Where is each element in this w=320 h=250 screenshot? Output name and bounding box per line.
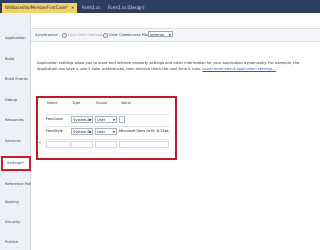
- new-row-marker: *: [39, 141, 41, 146]
- new-scope-dropdown[interactable]: [95, 141, 117, 148]
- sidebar-item-debug[interactable]: Debug: [1, 95, 29, 106]
- sidebar-item-signing[interactable]: Signing: [1, 197, 29, 208]
- globe-icon: [62, 32, 67, 38]
- code-icon: [103, 32, 108, 38]
- table-row[interactable]: FontStyle System.Dra...▼ User ▼ Microsoft…: [45, 126, 171, 136]
- column-header-name[interactable]: Name: [47, 100, 58, 106]
- chevron-down-icon: ▼: [88, 118, 91, 122]
- sidebar-item-resources[interactable]: Resources: [1, 115, 29, 126]
- setting-scope-dropdown[interactable]: User ▼: [95, 116, 117, 123]
- sidebar-item-label: Application: [5, 36, 26, 40]
- sidebar-item-label: Settings*: [7, 161, 24, 165]
- access-modifier-value: Internal: [150, 33, 164, 37]
- setting-type-dropdown[interactable]: System.Dra...▼: [71, 116, 93, 123]
- tab-label: Form1.cs [Design]: [108, 5, 145, 10]
- sidebar-item-services[interactable]: Services: [1, 136, 29, 147]
- new-value-cell[interactable]: [119, 141, 169, 148]
- sidebar-item-publish[interactable]: Publish: [1, 237, 29, 248]
- chevron-down-icon: ▼: [112, 130, 115, 134]
- column-header-scope[interactable]: Scope: [96, 100, 107, 106]
- setting-value-cell[interactable]: Microsoft Sans Serif, 8.25pt, style=Bold: [119, 128, 171, 135]
- setting-name-cell[interactable]: FontStyle: [46, 128, 70, 135]
- tab-label: Form1.cs: [82, 5, 101, 10]
- sidebar-item-label: Build Events: [5, 77, 28, 81]
- table-row[interactable]: FontColor System.Dra...▼ User ▼: [45, 114, 170, 124]
- new-type-dropdown[interactable]: [71, 141, 93, 148]
- sidebar-item-label: Build: [5, 57, 15, 61]
- load-web-settings-button[interactable]: Load Web Settings: [62, 32, 102, 38]
- chevron-down-icon: ▼: [112, 118, 115, 122]
- sidebar-item-label: Debug: [5, 98, 18, 102]
- tab-form1-code[interactable]: Form1.cs: [79, 3, 103, 13]
- tab-project-properties[interactable]: WidbasedVoiMemberFontCode* ✕: [2, 3, 78, 13]
- view-code-label: View Code: [109, 33, 129, 37]
- close-icon[interactable]: ✕: [71, 5, 74, 10]
- sidebar-item-label: Services: [5, 139, 21, 143]
- setting-name-cell[interactable]: FontColor: [46, 116, 70, 123]
- tab-form1-design[interactable]: Form1.cs [Design]: [105, 3, 147, 13]
- chevron-down-icon: ▼: [168, 33, 171, 37]
- synchronize-button[interactable]: Synchronize: [35, 32, 57, 38]
- new-name-cell[interactable]: [46, 141, 70, 148]
- column-header-type[interactable]: Type: [72, 100, 80, 106]
- sidebar-item-label: Resources: [5, 118, 24, 122]
- sidebar-item-label: Publish: [5, 240, 19, 244]
- access-modifier-dropdown[interactable]: Internal ▼: [148, 31, 173, 37]
- sidebar-item-settings[interactable]: Settings*: [1, 156, 31, 171]
- settings-toolbar: Synchronize Load Web Settings View Code …: [31, 28, 320, 42]
- view-code-button[interactable]: View Code: [103, 32, 128, 38]
- sidebar-item-label: Signing: [5, 200, 19, 204]
- properties-sidebar: Application Build Build Events Debug Res…: [0, 13, 35, 250]
- new-table-row[interactable]: [45, 139, 170, 149]
- setting-type-dropdown[interactable]: System.Dra...▼: [71, 128, 93, 135]
- setting-value-field[interactable]: [119, 116, 125, 123]
- sidebar-item-label: Security: [5, 220, 21, 224]
- chevron-down-icon: ▼: [88, 130, 91, 134]
- column-header-value[interactable]: Value: [121, 100, 131, 106]
- sidebar-item-build[interactable]: Build: [1, 54, 29, 65]
- setting-scope-value: User: [97, 130, 106, 134]
- sidebar-item-application[interactable]: Application: [1, 33, 29, 44]
- sidebar-item-build-events[interactable]: Build Events: [1, 74, 29, 85]
- sidebar-item-reference-paths[interactable]: Reference Paths: [1, 179, 35, 190]
- load-web-settings-label: Load Web Settings: [68, 33, 103, 37]
- sidebar-item-security[interactable]: Security: [1, 217, 29, 228]
- tab-label: WidbasedVoiMemberFontCode*: [5, 5, 68, 10]
- learn-more-link[interactable]: Learn more about application settings...: [202, 67, 276, 71]
- setting-scope-value: User: [97, 118, 106, 122]
- settings-description: Application settings allow you to store …: [37, 60, 307, 72]
- document-tab-bar: WidbasedVoiMemberFontCode* ✕ Form1.cs For…: [0, 0, 320, 13]
- setting-scope-dropdown[interactable]: User ▼: [95, 128, 117, 135]
